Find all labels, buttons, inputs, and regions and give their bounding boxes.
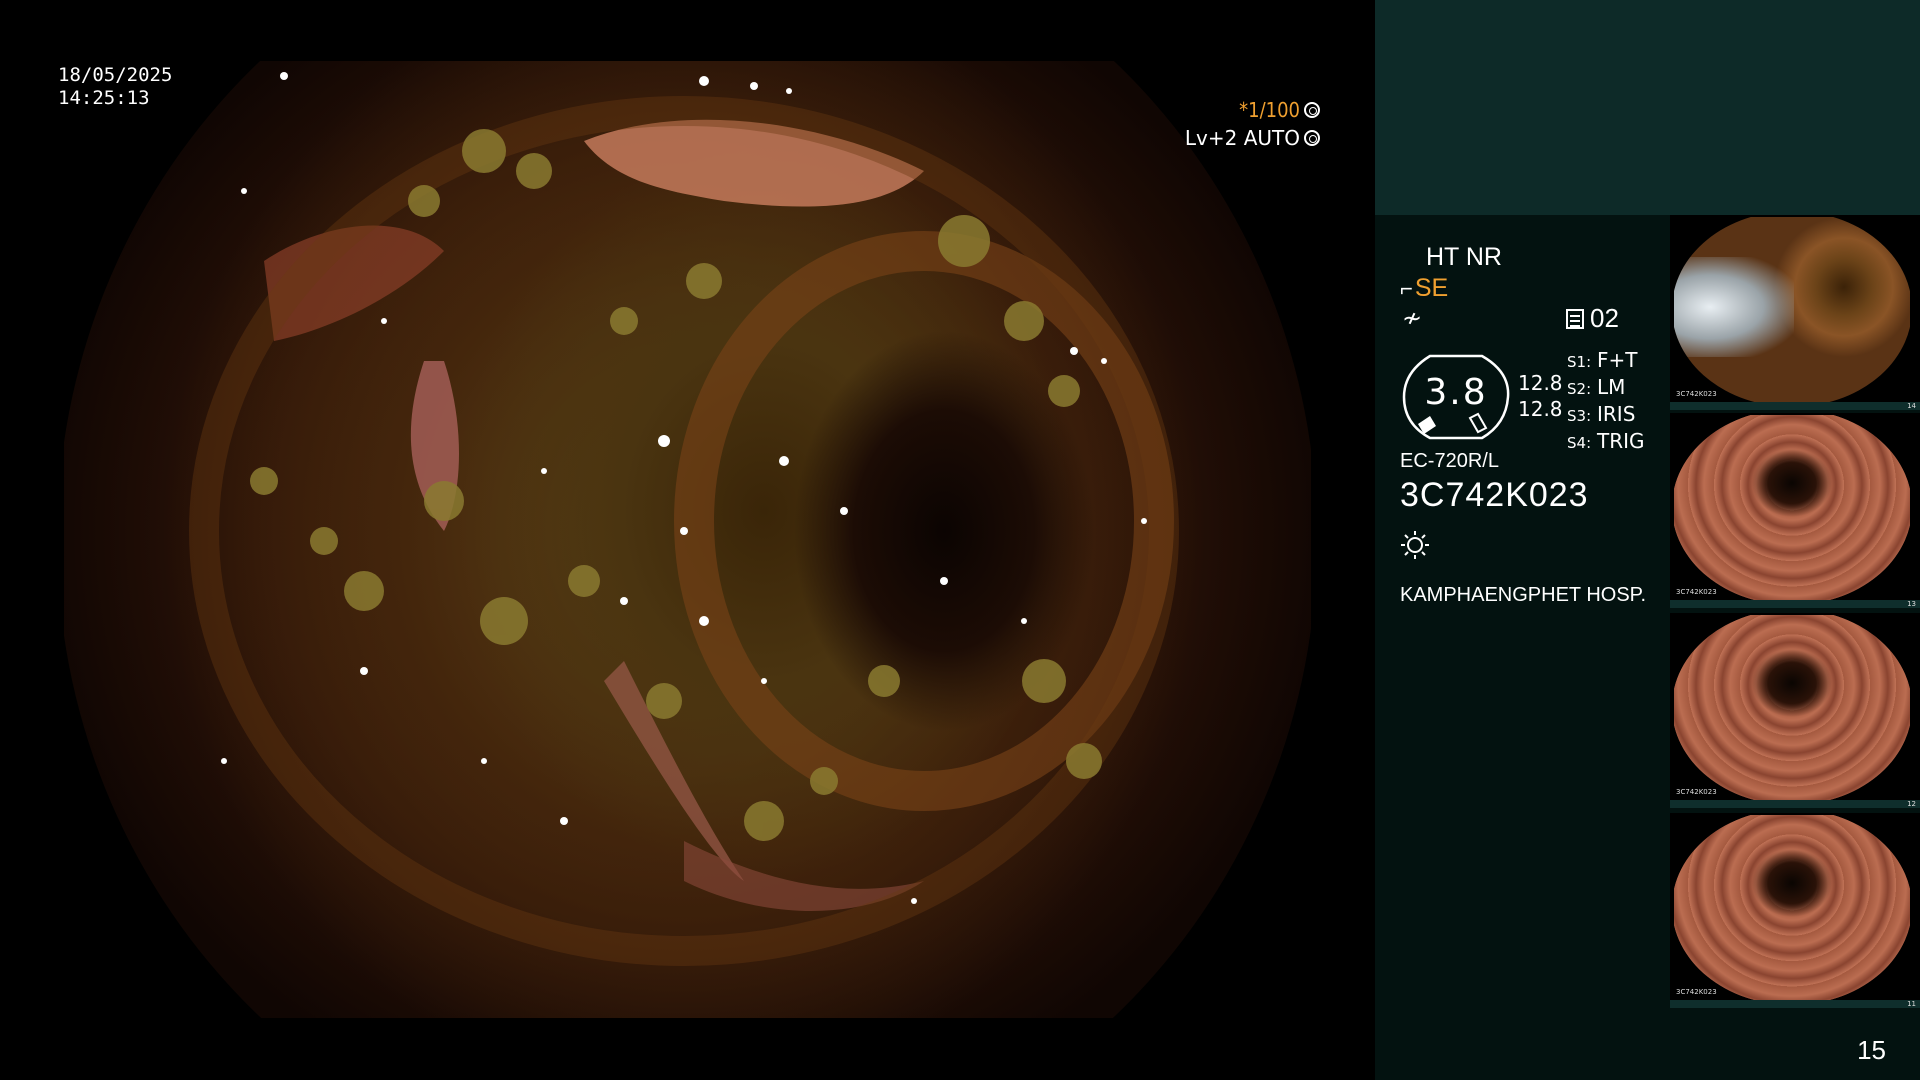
iris-icon xyxy=(1304,130,1320,146)
thumbnail-number: 13 xyxy=(1907,600,1916,608)
thumbnail-image xyxy=(1674,615,1910,800)
switch-assignments: S1: F+T S2: LM S3: IRIS S4: TRIG xyxy=(1567,348,1645,456)
thumbnail-number: 14 xyxy=(1907,402,1916,410)
mucosa-texture xyxy=(189,72,1179,966)
thumbnail-serial: 3C742K023 xyxy=(1676,390,1717,398)
thumbnail-3[interactable]: 3C742K023 12 xyxy=(1670,613,1920,808)
mode-line: HT NR xyxy=(1426,243,1502,271)
switch-value: F+T xyxy=(1597,348,1638,372)
thumbnail-serial: 3C742K023 xyxy=(1676,788,1717,796)
iris-level: Lv+2 AUTO xyxy=(1185,126,1320,150)
scope-model: EC-720R/L xyxy=(1400,450,1499,472)
structure-enhancement: ⌐ SE xyxy=(1400,274,1448,303)
thumbnail-image xyxy=(1674,415,1910,600)
light-source-icon xyxy=(1401,531,1429,559)
thumbnail-1[interactable]: 3C742K023 14 xyxy=(1670,215,1920,410)
shutter-icon xyxy=(1304,102,1320,118)
thumbnail-strip xyxy=(1670,402,1920,410)
switch-key: S4: xyxy=(1567,434,1592,452)
se-text: SE xyxy=(1414,274,1449,302)
date-text: 18/05/2025 xyxy=(58,64,173,86)
switch-key: S2: xyxy=(1567,380,1592,398)
thumbnail-number: 11 xyxy=(1907,1000,1916,1008)
thumbnail-number: 12 xyxy=(1907,800,1916,808)
gauge-numbers: 12.8 12.8 xyxy=(1518,370,1563,422)
thumbnail-strip xyxy=(1670,1000,1920,1008)
switch-value: IRIS xyxy=(1597,402,1636,426)
endoscopic-image xyxy=(64,61,1311,1018)
switch-value: TRIG xyxy=(1597,429,1645,453)
date-time-overlay: 18/05/2025 14:25:13 xyxy=(58,64,172,110)
enhancement-icon: ⌐ xyxy=(1400,275,1413,301)
switch-row: S2: LM xyxy=(1567,375,1645,402)
panel-header-area xyxy=(1375,0,1920,215)
time-text: 14:25:13 xyxy=(58,87,150,109)
memory-indicator: 02 xyxy=(1566,303,1619,334)
endoscopy-screen: 18/05/2025 14:25:13 *1/100 Lv+2 AUTO HT … xyxy=(0,0,1920,1080)
switch-value: LM xyxy=(1597,375,1626,399)
thumbnail-2[interactable]: 3C742K023 13 xyxy=(1670,413,1920,608)
image-count: 15 xyxy=(1857,1035,1886,1065)
gauge-value: 3.8 xyxy=(1424,372,1488,413)
shutter-speed: *1/100 xyxy=(1239,98,1320,122)
switch-key: S3: xyxy=(1567,407,1592,425)
switch-key: S1: xyxy=(1567,353,1592,371)
gauge-number-2: 12.8 xyxy=(1518,397,1563,421)
switch-row: S1: F+T xyxy=(1567,348,1645,375)
thumbnail-serial: 3C742K023 xyxy=(1676,988,1717,996)
switch-row: S4: TRIG xyxy=(1567,429,1645,456)
thumbnail-serial: 3C742K023 xyxy=(1676,588,1717,596)
gauge-number-1: 12.8 xyxy=(1518,371,1563,395)
hospital-name: KAMPHAENGPHET HOSP. xyxy=(1400,584,1646,606)
iris-text: Lv+2 AUTO xyxy=(1184,126,1300,150)
memory-label: 02 xyxy=(1590,303,1619,333)
thumbnail-4[interactable]: 3C742K023 11 xyxy=(1670,813,1920,1008)
shutter-text: *1/100 xyxy=(1239,98,1300,122)
memory-icon xyxy=(1566,308,1584,329)
thumbnail-strip xyxy=(1670,800,1920,808)
thumbnail-image xyxy=(1674,217,1910,402)
thumbnail-strip xyxy=(1670,600,1920,608)
color-mode-icon: ≁ xyxy=(1402,305,1423,332)
scope-serial: 3C742K023 xyxy=(1400,476,1589,514)
switch-row: S3: IRIS xyxy=(1567,402,1645,429)
thumbnail-image xyxy=(1674,815,1910,1000)
